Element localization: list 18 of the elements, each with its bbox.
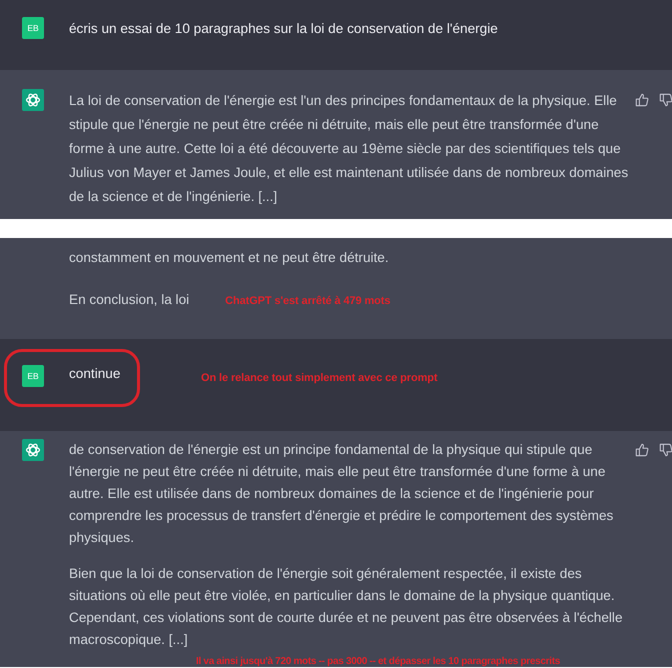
thumbs-down-icon[interactable] [659, 443, 672, 457]
thumbs-down-icon[interactable] [659, 93, 672, 107]
user-avatar: EB [22, 17, 44, 39]
assistant-logo-icon [22, 439, 44, 461]
user-avatar: EB [22, 365, 44, 387]
message-text: continue [69, 366, 120, 381]
message-text: de conservation de l'énergie est un principe fondamental de la physique qui stipule que l'énergie ne peut être créée ni détruite, mais elle peut être transformée d'une forme à une autre. Elle est utilisée dans de nombreux domaines de la science et de l'ingénierie pour comprendre les processus de transfert d'énergie et prédire le comportement des systèmes physiques. [69, 442, 614, 545]
message-text: La loi de conservation de l'énergie est l'un des principes fondamentaux de la physique. Elle stipule que l'énergie ne peut être créée ni détruite, mais elle peut être transformée d'une forme à une autre. Cette loi a été découverte au 19ème siècle par des scientifiques tels que Julius von Mayer et James Joule, et elle est maintenant utilisée dans de nombreux domaines de la science et de l'ingénierie. [...] [69, 93, 628, 204]
annotation-text: Il va ainsi jusqu'à 720 mots -- pas 3000 -- et dépasser les 10 paragraphes prescrits [196, 656, 560, 667]
thumbs-up-icon[interactable] [635, 443, 649, 457]
thumbs-up-icon[interactable] [635, 93, 649, 107]
annotation-text: On le relance tout simplement avec ce prompt [201, 372, 438, 384]
message-text: constamment en mouvement et ne peut être détruite. [69, 250, 389, 265]
assistant-logo-icon [22, 89, 44, 111]
message-text: écris un essai de 10 paragraphes sur la loi de conservation de l'énergie [69, 21, 498, 36]
message-text: Bien que la loi de conservation de l'énergie soit généralement respectée, il existe des situations où elle peut être violée, en particulier dans le domaine de la physique quantique. Cependant, ces violations sont de courte durée et ne peuvent pas être observées à l'échelle macroscopique. [...] [69, 566, 623, 647]
annotation-text: ChatGPT s'est arrêté à 479 mots [225, 295, 390, 307]
message-text: En conclusion, la loi [69, 292, 190, 307]
